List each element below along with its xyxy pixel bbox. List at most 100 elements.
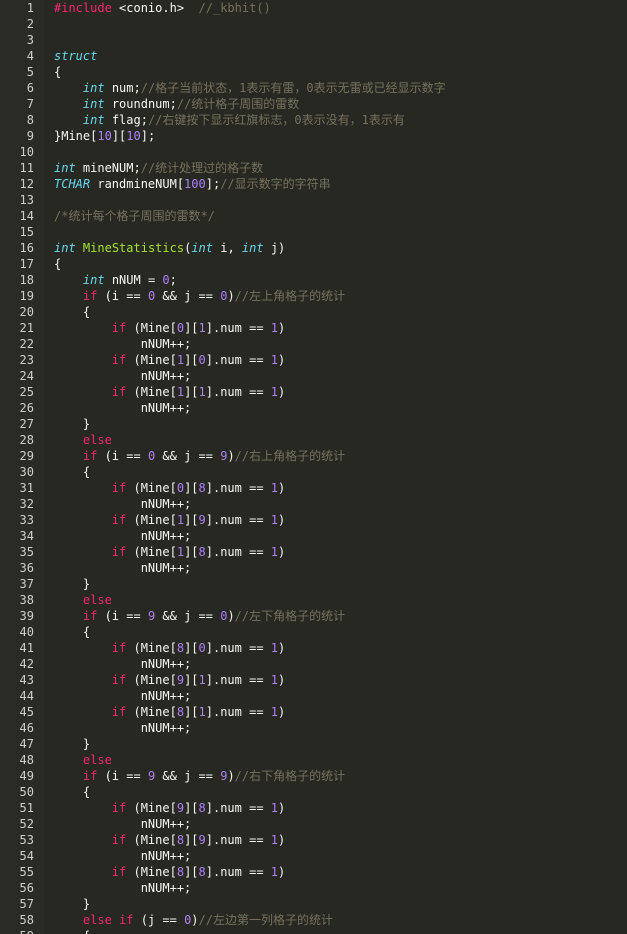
code-line[interactable]: 35 if (Mine[1][8].num == 1): [0, 544, 627, 560]
code-line[interactable]: 17 {: [0, 256, 627, 272]
code-line[interactable]: 39 if (i == 9 && j == 0)//左下角格子的统计: [0, 608, 627, 624]
token-num: 1: [270, 321, 279, 335]
code-line[interactable]: 7 int roundnum;//统计格子周围的雷数: [0, 96, 627, 112]
token-plain: nNUM =: [104, 273, 163, 287]
code-line[interactable]: 15: [0, 224, 627, 240]
line-number: 21: [19, 321, 34, 335]
code-line[interactable]: 29 if (i == 0 && j == 9)//右上角格子的统计: [0, 448, 627, 464]
code-line[interactable]: 4 struct: [0, 48, 627, 64]
code-line[interactable]: 44 nNUM++;: [0, 688, 627, 704]
code-line[interactable]: 18 int nNUM = 0;: [0, 272, 627, 288]
code-line[interactable]: 11 int mineNUM;//统计处理过的格子数: [0, 160, 627, 176]
code-line[interactable]: 32 nNUM++;: [0, 496, 627, 512]
code-line[interactable]: 24 nNUM++;: [0, 368, 627, 384]
code-line[interactable]: 25 if (Mine[1][1].num == 1): [0, 384, 627, 400]
code-line[interactable]: 13: [0, 192, 627, 208]
line-number: 1: [26, 1, 34, 15]
code-line[interactable]: 6 int num;//格子当前状态，1表示有雷，0表示无雷或已经显示数字: [0, 80, 627, 96]
line-number: 24: [19, 369, 34, 383]
code-line[interactable]: 58 else if (j == 0)//左边第一列格子的统计: [0, 912, 627, 928]
token-plain: {: [54, 465, 91, 479]
line-number: 3: [26, 33, 34, 47]
code-text: if (Mine[8][9].num == 1): [54, 832, 285, 848]
code-line[interactable]: 23 if (Mine[1][0].num == 1): [0, 352, 627, 368]
token-kw: if: [111, 385, 127, 399]
token-num: 8: [198, 545, 206, 559]
code-line[interactable]: 46 nNUM++;: [0, 720, 627, 736]
code-text: }Mine[10][10];: [54, 128, 155, 144]
token-plain: (Mine[: [126, 545, 177, 559]
code-line[interactable]: 59 {: [0, 928, 627, 934]
code-text: nNUM++;: [54, 368, 192, 384]
code-line[interactable]: 22 nNUM++;: [0, 336, 627, 352]
code-line[interactable]: 33 if (Mine[1][9].num == 1): [0, 512, 627, 528]
code-text: if (Mine[1][8].num == 1): [54, 544, 285, 560]
code-editor[interactable]: 1 #include <conio.h> //_kbhit() 2 3 4 struct 5…: [0, 0, 627, 934]
code-line[interactable]: 1 #include <conio.h> //_kbhit(): [0, 0, 627, 16]
token-type: int: [82, 97, 105, 111]
code-line[interactable]: 20 {: [0, 304, 627, 320]
code-line[interactable]: 51 if (Mine[9][8].num == 1): [0, 800, 627, 816]
code-line[interactable]: 2: [0, 16, 627, 32]
code-line[interactable]: 16 int MineStatistics(int i, int j): [0, 240, 627, 256]
code-text: if (Mine[1][0].num == 1): [54, 352, 285, 368]
code-line[interactable]: 52 nNUM++;: [0, 816, 627, 832]
code-line[interactable]: 21 if (Mine[0][1].num == 1): [0, 320, 627, 336]
code-line[interactable]: 56 nNUM++;: [0, 880, 627, 896]
token-plain: ].num ==: [205, 545, 271, 559]
code-line[interactable]: 55 if (Mine[8][8].num == 1): [0, 864, 627, 880]
line-number: 57: [19, 897, 34, 911]
code-line[interactable]: 49 if (i == 9 && j == 9)//右下角格子的统计: [0, 768, 627, 784]
code-text: else: [54, 752, 112, 768]
token-num: 1: [198, 705, 206, 719]
token-plain: ): [278, 513, 286, 527]
code-line[interactable]: 53 if (Mine[8][9].num == 1): [0, 832, 627, 848]
code-line[interactable]: 8 int flag;//右键按下显示红旗标志，0表示没有，1表示有: [0, 112, 627, 128]
token-plain: nNUM++;: [54, 657, 192, 671]
code-line[interactable]: 12 TCHAR randmineNUM[100];//显示数字的字符串: [0, 176, 627, 192]
code-line[interactable]: 10: [0, 144, 627, 160]
code-text: int MineStatistics(int i, int j): [54, 240, 285, 256]
code-line[interactable]: 28 else: [0, 432, 627, 448]
code-text: nNUM++;: [54, 560, 192, 576]
token-type: int: [82, 113, 105, 127]
token-plain: ];: [140, 129, 156, 143]
line-number: 8: [26, 113, 34, 127]
token-plain: ): [227, 769, 235, 783]
code-line[interactable]: 9}Mine[10][10];: [0, 128, 627, 144]
code-line[interactable]: 27 }: [0, 416, 627, 432]
code-line[interactable]: 30 {: [0, 464, 627, 480]
code-line[interactable]: 14 /*统计每个格子周围的雷数*/: [0, 208, 627, 224]
token-num: 0: [198, 353, 206, 367]
code-text: {: [54, 464, 90, 480]
code-line[interactable]: 41 if (Mine[8][0].num == 1): [0, 640, 627, 656]
code-line[interactable]: 26 nNUM++;: [0, 400, 627, 416]
code-line[interactable]: 42 nNUM++;: [0, 656, 627, 672]
code-line[interactable]: 48 else: [0, 752, 627, 768]
token-plain: (i ==: [97, 289, 148, 303]
token-plain: ].num ==: [205, 513, 271, 527]
code-line[interactable]: 50 {: [0, 784, 627, 800]
code-line[interactable]: 19 if (i == 0 && j == 0)//左上角格子的统计: [0, 288, 627, 304]
code-line[interactable]: 57 }: [0, 896, 627, 912]
token-type: int: [54, 161, 76, 175]
code-line[interactable]: 31 if (Mine[0][8].num == 1): [0, 480, 627, 496]
code-line[interactable]: 37 }: [0, 576, 627, 592]
line-number: 56: [19, 881, 34, 895]
token-type: int: [82, 81, 105, 95]
code-line[interactable]: 47 }: [0, 736, 627, 752]
code-line[interactable]: 3: [0, 32, 627, 48]
code-line[interactable]: 36 nNUM++;: [0, 560, 627, 576]
code-line[interactable]: 54 nNUM++;: [0, 848, 627, 864]
code-line[interactable]: 40 {: [0, 624, 627, 640]
code-line[interactable]: 34 nNUM++;: [0, 528, 627, 544]
code-line[interactable]: 43 if (Mine[9][1].num == 1): [0, 672, 627, 688]
code-line[interactable]: 5{: [0, 64, 627, 80]
token-plain: ): [278, 801, 286, 815]
code-text: if (Mine[1][9].num == 1): [54, 512, 285, 528]
code-line[interactable]: 45 if (Mine[8][1].num == 1): [0, 704, 627, 720]
code-line[interactable]: 38 else: [0, 592, 627, 608]
